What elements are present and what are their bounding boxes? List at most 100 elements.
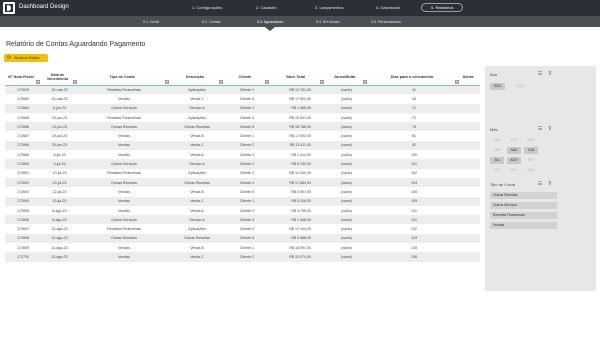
slicer-ano-2023[interactable]: 2023 (490, 83, 505, 90)
slicer-mes-out[interactable]: OUT (490, 167, 504, 174)
dropdown-filter-icon[interactable]: ▾ (219, 79, 223, 84)
table-cell: 101 (368, 159, 460, 169)
table-cell: 44 (368, 94, 460, 104)
slicer-mes-dez[interactable]: DEZ (524, 167, 538, 174)
table-cell: 102 (368, 168, 460, 178)
refresh-data-button[interactable]: ⟳ Atualizar Dados (4, 54, 48, 62)
subnav-em-atraso[interactable]: 5.4. Em Atraso (316, 19, 340, 25)
table-row[interactable]: 172692 13-jul-23 Outras Receitas Outras Rec… (5, 177, 480, 188)
dropdown-filter-icon[interactable]: ▾ (36, 79, 40, 84)
slicer-mes-ago[interactable]: AGO (507, 157, 521, 164)
slicer-mes-mai[interactable]: MAI (507, 147, 521, 154)
table-cell: R$ 1.414,00 (270, 150, 325, 160)
table-cell: R$ 10.531,00 (270, 112, 325, 123)
column-header-label: Alerta (462, 75, 474, 79)
table-cell: Cliente 1 (224, 243, 270, 253)
table-row[interactable]: 172685 10-jun-23 Receitas Financeiras Aplic… (5, 112, 480, 123)
multi-select-icon[interactable]: ☰ (538, 72, 542, 77)
table-row[interactable]: 172693 12-jul-23 Vendas Venda B Cliente 5 R$ … (5, 187, 480, 197)
table-cell: Aplicações (170, 224, 224, 234)
nav-lancamentos[interactable]: 3. Lançamentos (315, 4, 343, 12)
subnav-geral[interactable]: 5.1. Geral (143, 19, 159, 25)
table-row[interactable]: 172679 10-mai-23 Receitas Financeiras Aplic… (5, 85, 480, 95)
table-cell: Outros Serviços (78, 103, 170, 113)
nav-relatorios[interactable]: 5. Relatórios (421, 3, 464, 12)
dropdown-filter-icon[interactable]: ▾ (320, 79, 324, 84)
slicer-mes-jan[interactable]: JAN (490, 137, 504, 144)
clear-filter-icon[interactable]: ⊽ (548, 182, 552, 187)
table-row[interactable]: 172690 9-jul-23 Outros Serviços Serviço A Cl… (5, 159, 480, 169)
table-cell: Outras Receitas (170, 122, 224, 132)
slicer-mes-jul[interactable]: JUL (490, 157, 504, 164)
table-cell (460, 159, 480, 169)
slicer-mes-set[interactable]: SET (524, 157, 538, 164)
table-row[interactable]: 172691 10-jul-23 Receitas Financeiras Aplic… (5, 168, 480, 178)
table-cell: 20-jun-23 (41, 140, 78, 151)
table-cell: Vendas (78, 205, 170, 216)
slicer-mes-nov[interactable]: NOV (507, 167, 521, 174)
table-row[interactable]: 172682 13-mai-23 Vendas Venda C Cliente 5 R$ … (5, 94, 480, 104)
slicer-tipo-outras-receitas[interactable]: Outras Receitas (490, 192, 557, 199)
subnav-contas[interactable]: 5.2. Contas (202, 19, 220, 25)
dropdown-filter-icon[interactable]: ▾ (165, 79, 169, 84)
col-cliente-header: Cliente ▾ (224, 70, 270, 86)
table-cell: 9-jul-23 (41, 159, 78, 169)
table-cell (460, 168, 480, 178)
multi-select-icon[interactable]: ☰ (538, 127, 542, 132)
slicer-mes-mar[interactable]: MAR (524, 137, 538, 144)
column-header-label: Tipo de Conta (109, 75, 135, 79)
clear-filter-icon[interactable]: ⊽ (548, 127, 552, 132)
subnav-personalizado[interactable]: 5.5. Personalizado (371, 19, 401, 25)
nav-configuracoes[interactable]: 1. Configurações (192, 4, 222, 12)
dropdown-filter-icon[interactable]: ▾ (265, 79, 269, 84)
slicer-mes-jun[interactable]: JUN (524, 147, 538, 154)
table-row[interactable]: 172700 13-ago-23 Vendas Venda C Cliente 2 R$ … (5, 252, 480, 262)
slicer-tipo-outros-servicos[interactable]: Outros Serviços (490, 202, 557, 209)
table-row[interactable]: 172684 9-jun-23 Outros Serviços Serviço A Cl… (5, 103, 480, 113)
table-cell (460, 252, 480, 262)
table-cell: Aplicações (170, 112, 224, 123)
table-cell: 134 (368, 243, 460, 253)
table-row[interactable]: 172699 12-ago-23 Vendas Venda B Cliente 1 R$ … (5, 243, 480, 253)
table-row[interactable]: 172696 6-ago-23 Outros Serviços Serviço A Cl… (5, 215, 480, 225)
table-row[interactable]: 172695 6-ago-23 Vendas Venda A Cliente 2 R$ 4… (5, 205, 480, 216)
table-cell: 133 (368, 233, 460, 244)
refresh-data-label: Atualizar Dados (14, 56, 40, 60)
slicer-mes-abr[interactable]: ABR (490, 147, 504, 154)
clear-filter-icon[interactable]: ⊽ (548, 72, 552, 77)
table-row[interactable]: 172688 20-jun-23 Vendas Venda C Cliente 2 R$ … (5, 140, 480, 151)
slicer-tipo-vendas[interactable]: Vendas (490, 222, 557, 229)
nav-cadastro[interactable]: 2. Cadastro (256, 4, 277, 12)
table-cell: Cliente 2 (224, 140, 270, 151)
slicer-ano-2022[interactable]: 2022 (513, 83, 528, 90)
dropdown-filter-icon[interactable]: ▾ (455, 79, 459, 84)
table-cell: Outras Receitas (78, 177, 170, 188)
col-dias-vencimento-header: Dias para o vencimento ▾ (368, 70, 460, 86)
table-cell: Cliente 5 (224, 122, 270, 132)
table-cell: Cliente 1 (224, 196, 270, 206)
table-cell: Vendas (78, 243, 170, 253)
table-row[interactable]: 172686 13-jun-23 Outras Receitas Outras Rec… (5, 122, 480, 132)
table-row[interactable]: 172697 10-ago-23 Receitas Financeiras Aplic… (5, 224, 480, 234)
nav-dashboard[interactable]: 4. Dashboard (376, 4, 400, 12)
table-cell: Cliente 4 (224, 112, 270, 123)
multi-select-icon[interactable]: ☰ (538, 182, 542, 187)
table-cell: 13-ago-23 (41, 252, 78, 262)
table-cell: Vendas (78, 131, 170, 141)
slicer-tipo-receitas-financeiras[interactable]: Receitas Financeiras (490, 212, 557, 219)
table-cell: 172692 (5, 177, 41, 188)
table-cell: Serviço A (170, 103, 224, 113)
table-row[interactable]: 172694 13-jul-23 Vendas Venda C Cliente 1 R$ … (5, 196, 480, 206)
table-cell: (vazio) (325, 85, 368, 95)
dropdown-filter-icon[interactable]: ▾ (73, 79, 77, 84)
table-row[interactable]: 172687 19-jun-23 Vendas Venda B Cliente 1 R$ … (5, 131, 480, 141)
slicer-mes-fev[interactable]: FEV (507, 137, 521, 144)
table-cell: 104 (368, 177, 460, 188)
table-row[interactable]: 172698 13-ago-23 Outras Receitas Outras Rec… (5, 233, 480, 244)
table-cell: 172689 (5, 150, 41, 160)
subnav-aguardando[interactable]: 5.3. Aguardando (257, 19, 283, 25)
dropdown-filter-icon[interactable]: ▾ (363, 79, 367, 84)
table-cell: Outros Serviços (78, 159, 170, 169)
table-row[interactable]: 172689 6-jul-23 Vendas Venda A Cliente 3 R$ 1… (5, 150, 480, 160)
table-cell: Vendas (78, 150, 170, 160)
